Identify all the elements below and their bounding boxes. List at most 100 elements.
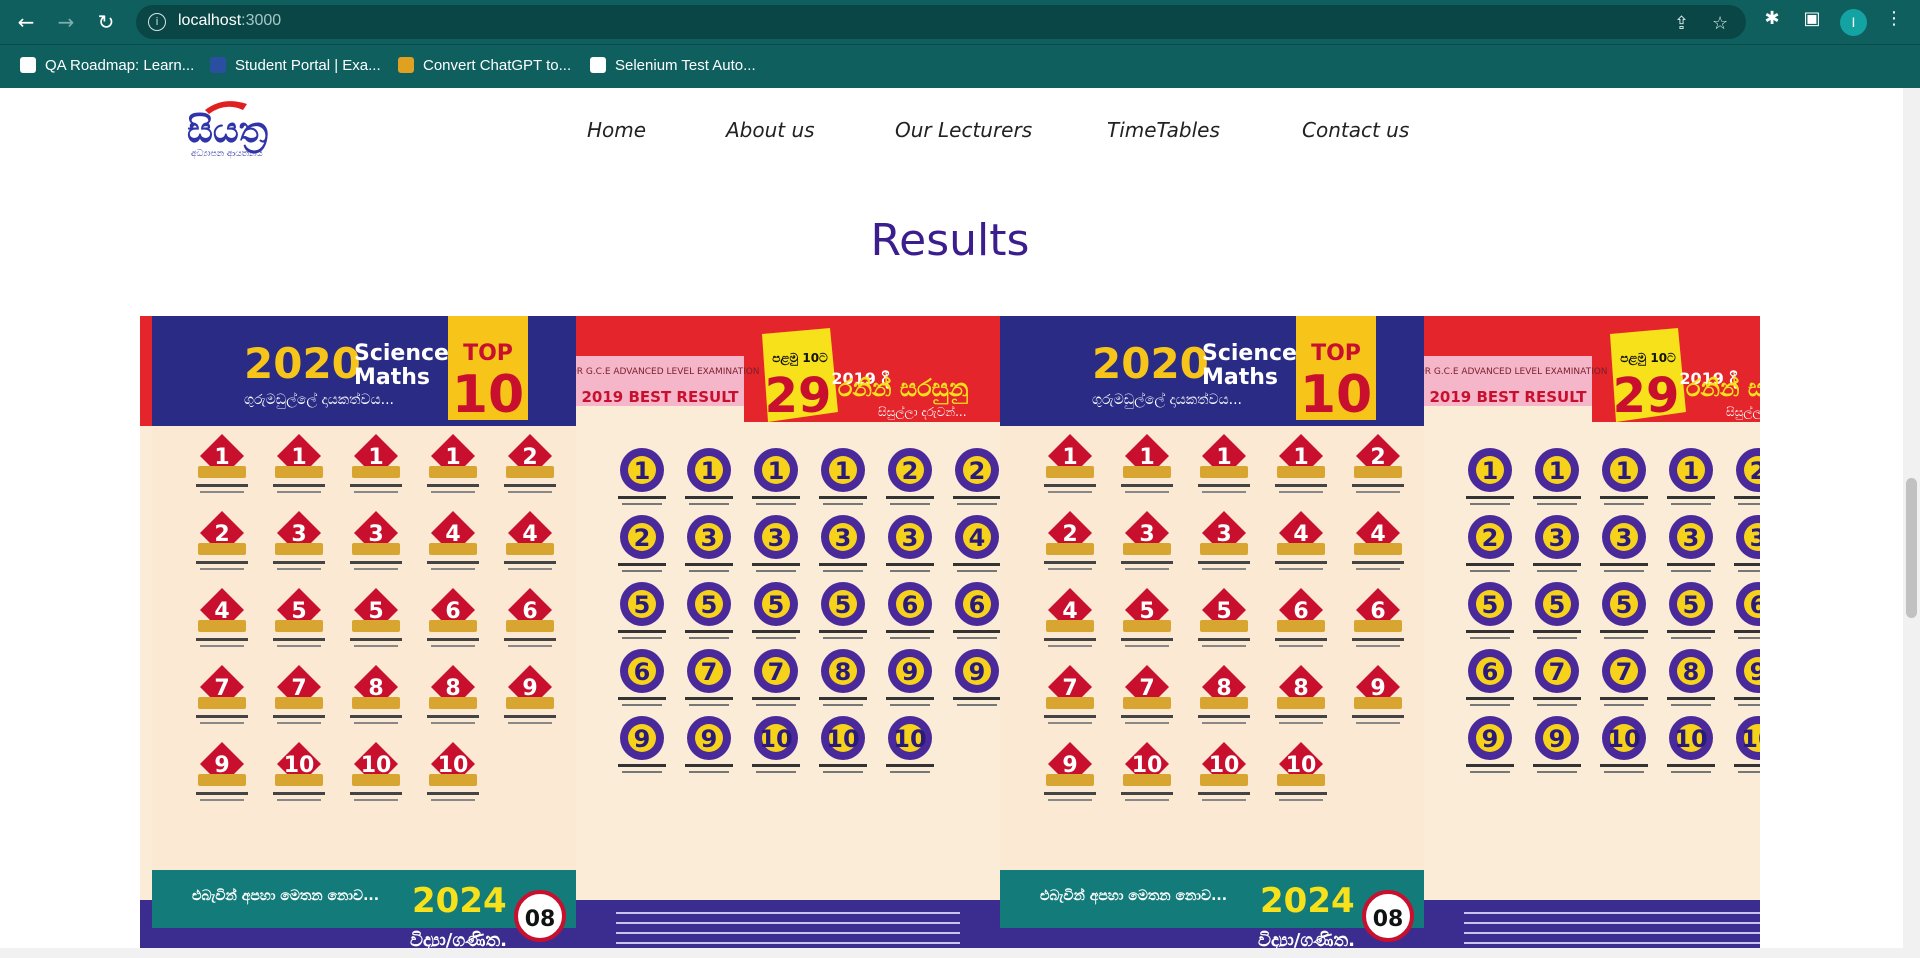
- poster-title: රනින් සරසුනු: [1686, 374, 1760, 405]
- results-carousel[interactable]: 2020 Science Maths ගුරුමඩුල්ලේ දායකත්වය... T…: [140, 316, 1760, 958]
- rank-number: 1: [1062, 445, 1077, 470]
- rank-number: 3: [368, 522, 383, 547]
- rank-number: 9: [902, 658, 919, 686]
- horizontal-scrollbar[interactable]: [0, 948, 1903, 958]
- rank-number: 1: [835, 457, 852, 485]
- side-panel-icon[interactable]: ▣: [1798, 8, 1826, 29]
- poster-year: 2020: [244, 339, 361, 388]
- rank-number: 6: [969, 591, 986, 619]
- rank-number: 3: [1750, 524, 1760, 552]
- vertical-scrollbar[interactable]: [1903, 88, 1920, 958]
- nav-timetables[interactable]: TimeTables: [1107, 118, 1220, 142]
- rank-number: 10: [1286, 753, 1317, 778]
- reload-icon[interactable]: ↻: [92, 8, 120, 36]
- poster-sliver-left: [140, 316, 152, 958]
- rank-number: 8: [1293, 676, 1308, 701]
- bookmark-student-portal[interactable]: Student Portal | Exa...: [210, 57, 381, 74]
- rank-number: 1: [1216, 445, 1231, 470]
- bookmark-convert-chatgpt[interactable]: Convert ChatGPT to...: [398, 57, 571, 74]
- nav-contact-us[interactable]: Contact us: [1302, 118, 1409, 142]
- rank-number: 4: [969, 524, 986, 552]
- site-info-icon[interactable]: i: [148, 13, 166, 31]
- convert-favicon: [398, 57, 414, 73]
- url-text[interactable]: localhost:3000: [178, 12, 281, 30]
- rank-number: 3: [902, 524, 919, 552]
- poster-science-maths-2: 2020ScienceMaths ගුරුමඩුල්ලේ දායකත්වය... T…: [1000, 316, 1424, 958]
- nav-home[interactable]: Home: [587, 118, 646, 142]
- bookmark-star-icon[interactable]: ☆: [1712, 13, 1728, 34]
- back-arrow-icon[interactable]: ←: [12, 8, 40, 36]
- extensions-puzzle-icon[interactable]: ✱: [1758, 8, 1786, 29]
- roadmap-favicon: [20, 57, 36, 73]
- rank-number: 8: [1683, 658, 1700, 686]
- rank-number: 5: [1683, 591, 1700, 619]
- rank-number: 2: [969, 457, 986, 485]
- poster-subject: Science: [354, 341, 449, 366]
- bookmark-label: Student Portal | Exa...: [235, 57, 381, 74]
- forward-arrow-icon[interactable]: →: [52, 8, 80, 36]
- poster-footer-num: 08: [525, 907, 556, 932]
- rank-number: 2: [1750, 457, 1760, 485]
- poster-tagline: ගුරුමඩුල්ලේ දායකත්වය...: [244, 392, 394, 409]
- scrollbar-thumb[interactable]: [1906, 478, 1917, 618]
- rank-number: 10: [284, 753, 315, 778]
- rank-number: 3: [701, 524, 718, 552]
- rank-number: 5: [1616, 591, 1633, 619]
- page-content: සියත්‍ර අධ්‍යාපන ආයතනය Home About us Our…: [0, 88, 1920, 958]
- poster-footer-text: එබැවින් අපහා මෙතන නොව...: [192, 887, 379, 905]
- rank-number: 9: [214, 753, 229, 778]
- poster-badge-top: පළමු 10ට: [772, 351, 828, 367]
- poster-footer-text: එබැවින් අපහා මෙතන නොව...: [1040, 887, 1227, 905]
- rank-number: 9: [1750, 658, 1760, 686]
- rank-number: 2: [902, 457, 919, 485]
- poster-science-maths-1: 2020ScienceMaths ගුරුමඩුල්ලේ දායකත්වය... T…: [152, 316, 576, 958]
- rank-number: 10: [759, 725, 792, 753]
- siyathra-logo[interactable]: සියත්‍ර අධ්‍යාපන ආයතනය: [183, 98, 328, 160]
- bookmark-selenium[interactable]: Selenium Test Auto...: [590, 57, 756, 74]
- rank-number: 3: [1616, 524, 1633, 552]
- rank-number: 9: [701, 725, 718, 753]
- bookmark-label: Convert ChatGPT to...: [423, 57, 572, 74]
- bookmark-qa-roadmap[interactable]: QA Roadmap: Learn...: [20, 57, 194, 74]
- browser-toolbar: ← → ↻ i localhost:3000 ⇪ ☆ ✱ ▣ I ⋮: [0, 0, 1920, 44]
- poster-badge-num: 10: [452, 365, 524, 425]
- rank-number: 1: [1482, 457, 1499, 485]
- poster-title: රනින් සරසුනු: [838, 374, 968, 405]
- poster-badge-top: TOP: [463, 341, 513, 366]
- rank-number: 2: [1482, 524, 1499, 552]
- rank-number: 3: [1216, 522, 1231, 547]
- bookmarks-bar: QA Roadmap: Learn... Student Portal | Ex…: [0, 44, 1920, 88]
- rank-number: 3: [768, 524, 785, 552]
- rank-number: 7: [214, 676, 229, 701]
- rank-number: 8: [368, 676, 383, 701]
- rank-number: 10: [1209, 753, 1240, 778]
- address-bar[interactable]: i localhost:3000 ⇪ ☆: [136, 5, 1746, 39]
- rank-number: 2: [1062, 522, 1077, 547]
- rank-number: 1: [1683, 457, 1700, 485]
- rank-number: 7: [1062, 676, 1077, 701]
- poster-footer-num: 08: [1373, 907, 1404, 932]
- rank-number: 6: [1750, 591, 1760, 619]
- rank-number: 1: [291, 445, 306, 470]
- kebab-menu-icon[interactable]: ⋮: [1880, 8, 1908, 29]
- nav-our-lecturers[interactable]: Our Lecturers: [895, 118, 1032, 142]
- rank-number: 6: [634, 658, 651, 686]
- rank-number: 2: [634, 524, 651, 552]
- poster-badge-top: TOP: [1311, 341, 1361, 366]
- rank-number: 9: [1549, 725, 1566, 753]
- rank-number: 10: [1132, 753, 1163, 778]
- rank-number: 1: [1616, 457, 1633, 485]
- rank-number: 9: [522, 676, 537, 701]
- profile-avatar[interactable]: I: [1840, 9, 1867, 36]
- rank-number: 3: [1549, 524, 1566, 552]
- share-icon[interactable]: ⇪: [1674, 13, 1689, 34]
- poster-title-sub: සිසුල්ලා දරුවන්...: [1726, 405, 1760, 420]
- rank-number: 9: [969, 658, 986, 686]
- nav-about-us[interactable]: About us: [726, 118, 815, 142]
- rank-number: 5: [768, 591, 785, 619]
- poster-title-sub: සිසුල්ලා දරුවන්...: [878, 405, 967, 420]
- rank-number: 3: [1683, 524, 1700, 552]
- rank-number: 6: [445, 599, 460, 624]
- rank-number: 4: [214, 599, 229, 624]
- rank-number: 10: [361, 753, 392, 778]
